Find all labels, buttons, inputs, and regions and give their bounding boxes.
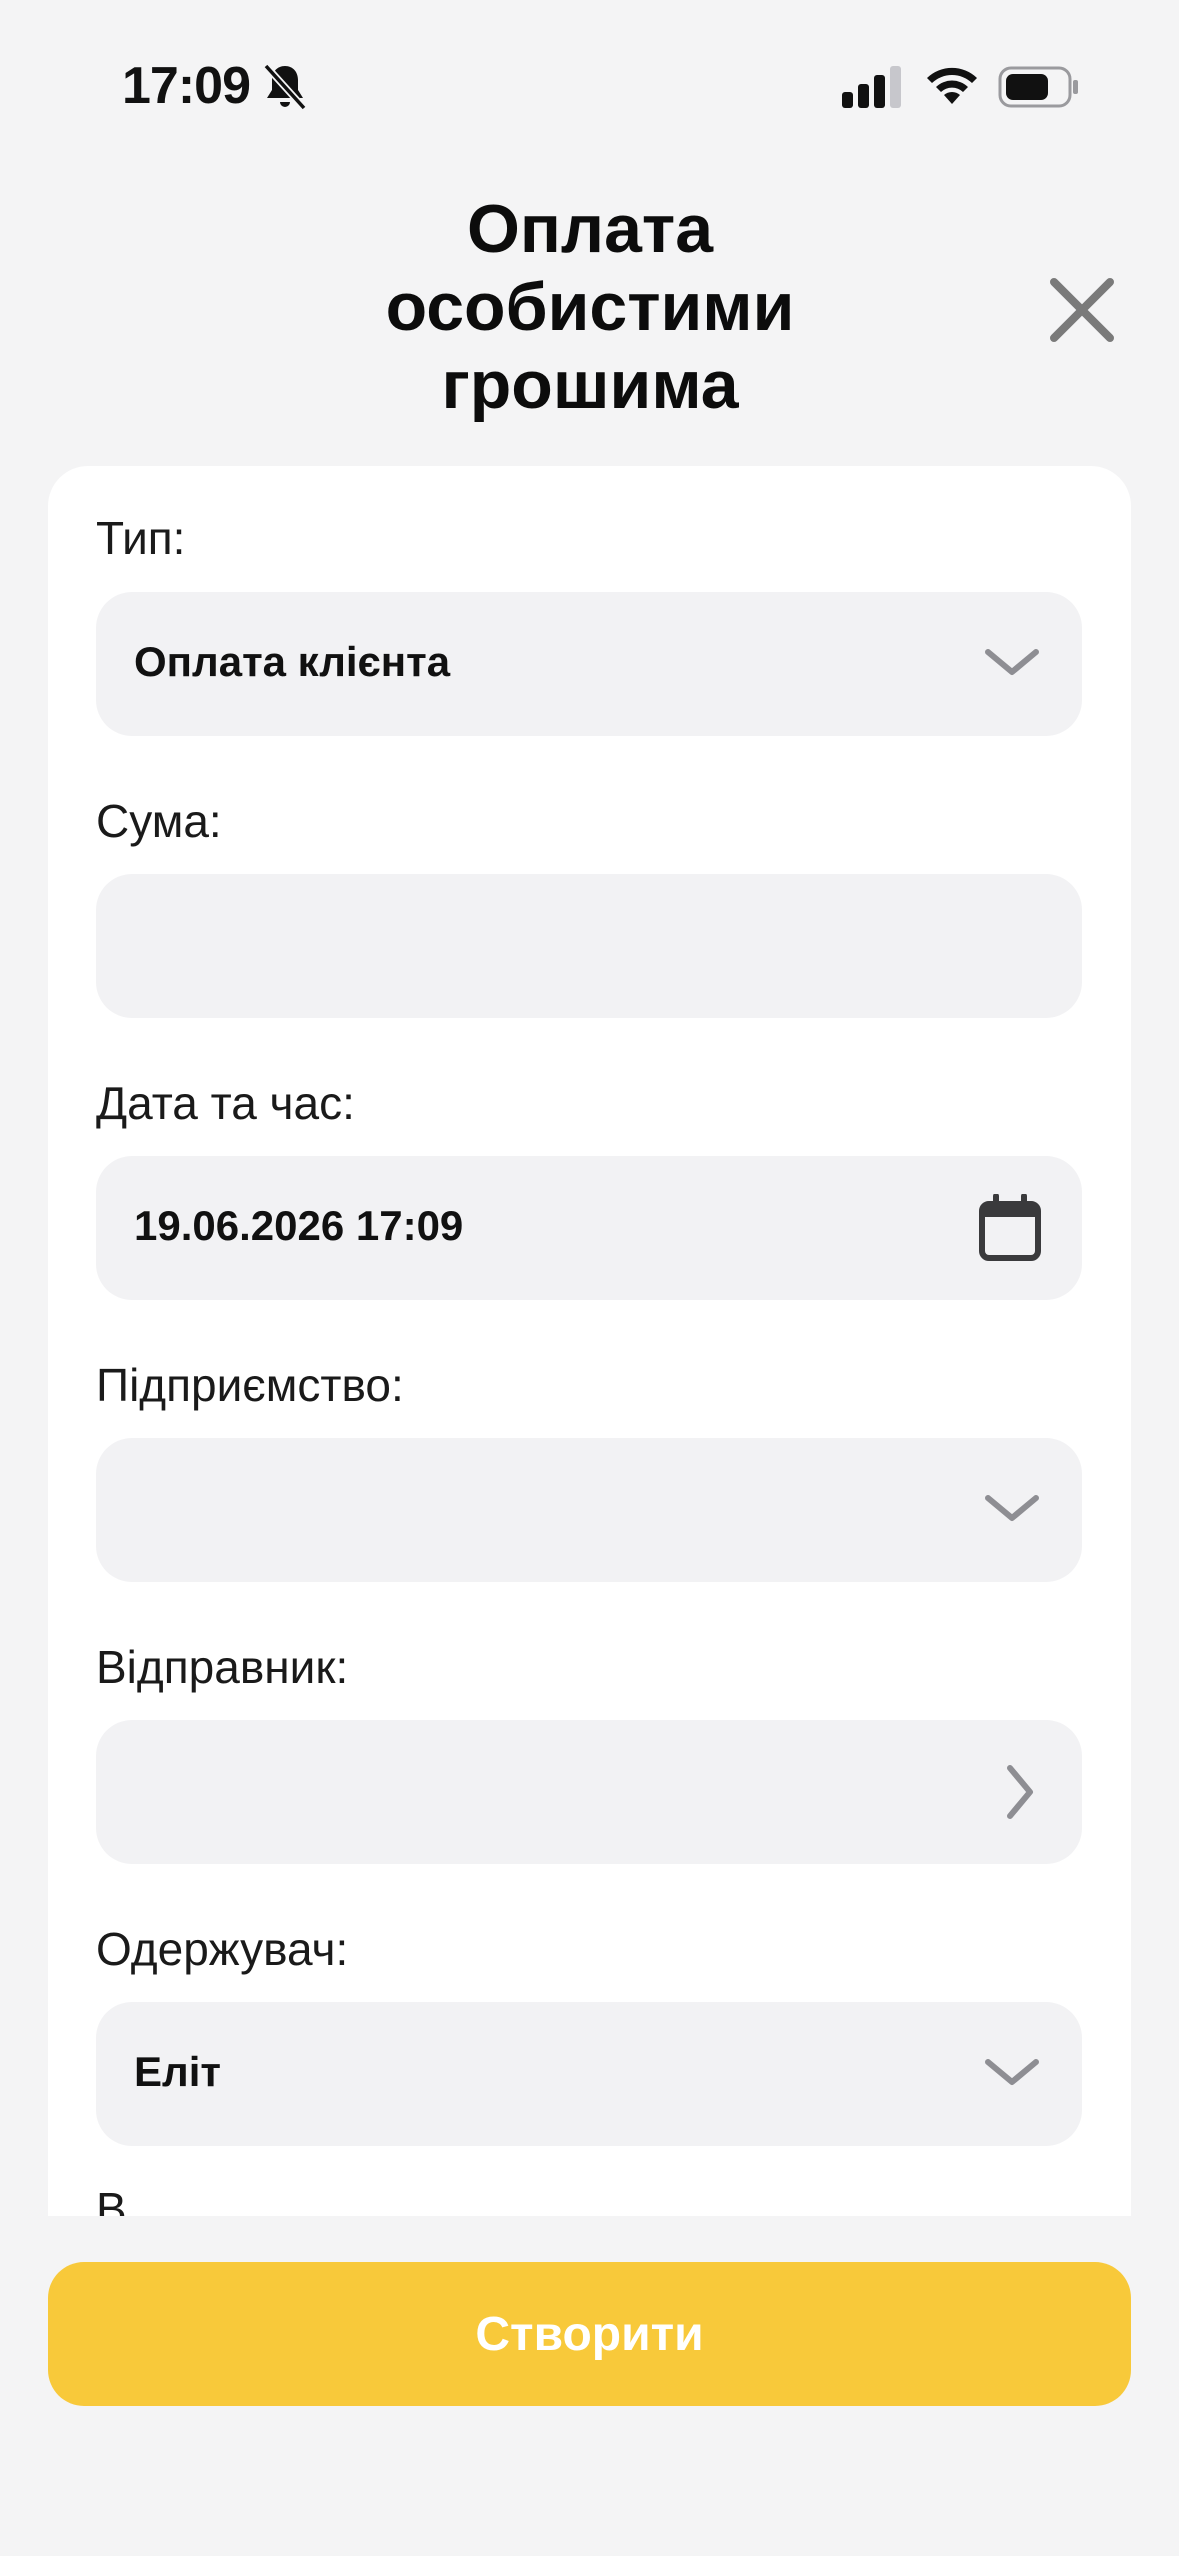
chevron-down-icon (985, 1495, 1039, 1521)
company-label: Підприємство: (96, 1359, 404, 1411)
page-title: Оплата особистими грошима (385, 191, 795, 423)
wifi-icon (927, 67, 977, 104)
amount-label: Сума: (96, 795, 222, 847)
type-select[interactable]: Оплата клієнта (96, 592, 1082, 736)
form-card: Тип: Оплата клієнта Сума: Дата та час: 1… (48, 466, 1131, 2216)
chevron-down-icon (985, 649, 1039, 675)
calendar-icon (979, 1194, 1041, 1261)
datetime-value: 19.06.2026 17:09 (134, 1202, 464, 1249)
datetime-picker[interactable]: 19.06.2026 17:09 (96, 1156, 1082, 1300)
datetime-label: Дата та час: (96, 1077, 355, 1129)
bell-slash-icon (263, 63, 307, 111)
sender-select[interactable] (96, 1720, 1082, 1864)
battery-icon (998, 66, 1078, 108)
chevron-down-icon (985, 2059, 1039, 2085)
create-button[interactable]: Створити (48, 2262, 1131, 2406)
recipient-select[interactable]: Еліт (96, 2002, 1082, 2146)
next-field-label: В (96, 2183, 127, 2216)
chevron-right-icon (1007, 1765, 1033, 1819)
status-bar: 17:09 (0, 0, 1179, 150)
recipient-label: Одержувач: (96, 1923, 349, 1975)
close-icon[interactable] (1044, 272, 1120, 348)
create-button-label: Створити (475, 2307, 704, 2361)
status-time: 17:09 (122, 57, 251, 115)
recipient-value: Еліт (134, 2048, 221, 2095)
sender-label: Відправник: (96, 1641, 349, 1693)
company-select[interactable] (96, 1438, 1082, 1582)
type-value: Оплата клієнта (134, 638, 451, 685)
amount-input[interactable] (96, 874, 1082, 1018)
cellular-signal-icon (842, 66, 901, 108)
type-label: Тип: (96, 512, 186, 564)
